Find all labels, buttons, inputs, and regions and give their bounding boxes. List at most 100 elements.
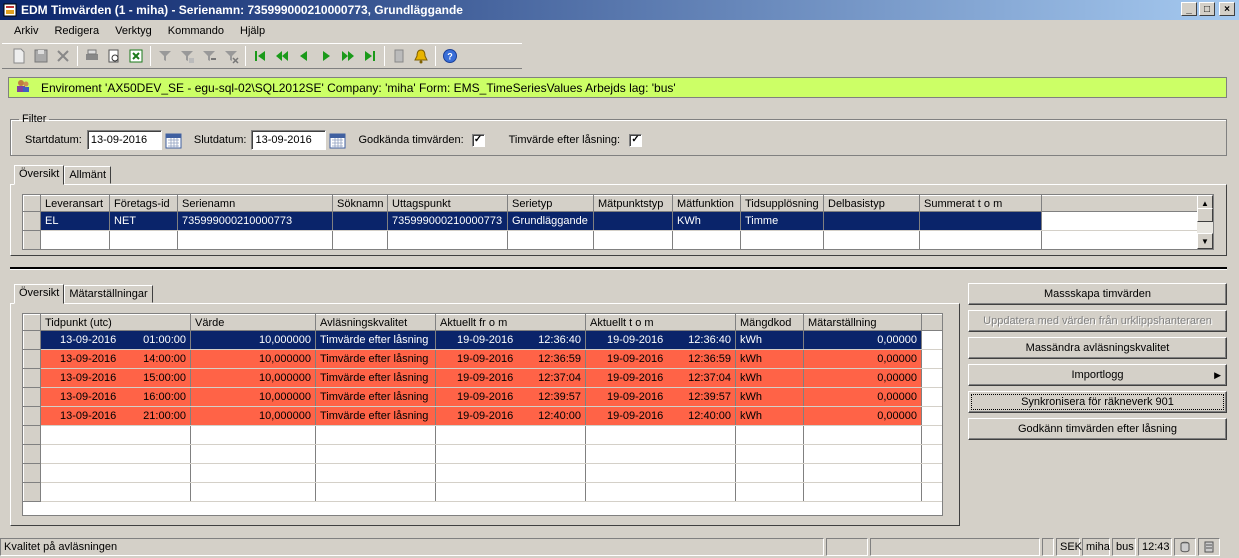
col-header-search-name[interactable]: Söknamn [332,195,388,212]
database-icon[interactable] [1174,538,1196,556]
row-selector[interactable] [23,211,41,231]
cell-quantity-code[interactable]: kWh [735,387,804,407]
col-header-series-type[interactable]: Serietyp [507,195,594,212]
row-selector[interactable] [23,463,41,483]
minimize-button[interactable]: _ [1181,2,1197,16]
cell-reading-quality[interactable]: Timvärde efter låsning [315,406,436,426]
first-record-icon[interactable] [249,45,271,67]
cell-current-from[interactable]: 19-09-2016 12:39:57 [435,387,586,407]
save-icon[interactable] [30,45,52,67]
alert-bell-icon[interactable] [410,45,432,67]
next-page-icon[interactable] [337,45,359,67]
advanced-filter-icon[interactable] [198,45,220,67]
table-row[interactable] [23,444,942,464]
table-row[interactable]: 13-09-2016 16:00:00 10,000000 Timvärde efte… [23,387,942,407]
cell-search-name[interactable] [332,211,388,231]
cell-outlet-point[interactable]: 735999000210000773 [387,211,508,231]
delete-icon[interactable] [52,45,74,67]
cell-current-from[interactable]: 19-09-2016 12:36:59 [435,349,586,369]
col-header-meter-point-type[interactable]: Mätpunktstyp [593,195,673,212]
cell-value[interactable]: 10,000000 [190,406,316,426]
series-grid-scrollbar[interactable]: ▲ ▼ [1197,195,1213,249]
cell-value[interactable]: 10,000000 [190,330,316,350]
col-header-timestamp[interactable]: Tidpunkt (utc) [40,314,191,331]
cell-meter-reading[interactable]: 0,00000 [803,330,922,350]
sync-counter-button[interactable]: Synkronisera för räkneverk 901 [968,391,1227,413]
row-selector[interactable] [23,406,41,426]
approved-hour-values-checkbox[interactable]: ✓ [471,133,485,147]
menu-verktyg[interactable]: Verktyg [107,25,160,37]
mass-change-quality-button[interactable]: Massändra avläsningskvalitet [968,337,1227,359]
cell-current-to[interactable]: 19-09-2016 12:40:00 [585,406,736,426]
cell-quantity-code[interactable]: kWh [735,406,804,426]
col-header-delivery-type[interactable]: Leveransart [40,195,110,212]
row-selector[interactable] [23,425,41,445]
cell-current-from[interactable]: 19-09-2016 12:37:04 [435,368,586,388]
cell-time-resolution[interactable]: Timme [740,211,824,231]
menu-arkiv[interactable]: Arkiv [6,25,46,37]
col-header-reading-quality[interactable]: Avläsningskvalitet [315,314,436,331]
row-selector[interactable] [23,444,41,464]
row-selector[interactable] [23,230,41,249]
table-row[interactable] [23,425,942,445]
previous-record-icon[interactable] [293,45,315,67]
col-header-company-id[interactable]: Företags-id [109,195,178,212]
tab-overview-top[interactable]: Översikt [14,165,65,185]
cell-current-to[interactable]: 19-09-2016 12:39:57 [585,387,736,407]
print-icon[interactable] [81,45,103,67]
row-selector[interactable] [23,349,41,369]
filter-by-selection-icon[interactable] [176,45,198,67]
row-selector[interactable] [23,368,41,388]
previous-page-icon[interactable] [271,45,293,67]
col-header-current-to[interactable]: Aktuellt t o m [585,314,736,331]
cell-series-type[interactable]: Grundläggande [507,211,594,231]
filter-icon[interactable] [154,45,176,67]
cell-timestamp[interactable]: 13-09-2016 14:00:00 [40,349,191,369]
menu-hjalp[interactable]: Hjälp [232,25,273,37]
print-preview-icon[interactable] [103,45,125,67]
cell-value[interactable]: 10,000000 [190,368,316,388]
col-header-quantity-code[interactable]: Mängdkod [735,314,804,331]
cell-timestamp[interactable]: 13-09-2016 21:00:00 [40,406,191,426]
cell-current-to[interactable]: 19-09-2016 12:36:40 [585,330,736,350]
cell-timestamp[interactable]: 13-09-2016 15:00:00 [40,368,191,388]
cell-meter-reading[interactable]: 0,00000 [803,368,922,388]
calendar-icon[interactable] [329,132,346,149]
cell-meter-point-type[interactable] [593,211,673,231]
cell-meter-reading[interactable]: 0,00000 [803,387,922,407]
status-layer[interactable]: bus [1112,538,1136,556]
update-from-clipboard-button[interactable]: Uppdatera med värden från urklippshanter… [968,310,1227,332]
cell-value[interactable]: 10,000000 [190,349,316,369]
col-header-value[interactable]: Värde [190,314,316,331]
scroll-thumb[interactable] [1197,208,1213,222]
close-button[interactable]: × [1219,2,1235,16]
cell-current-to[interactable]: 19-09-2016 12:37:04 [585,368,736,388]
tab-meter-readings[interactable]: Mätarställningar [64,285,153,303]
menu-kommando[interactable]: Kommando [160,25,232,37]
end-date-input[interactable]: 13-09-2016 [251,130,327,150]
cell-reading-quality[interactable]: Timvärde efter låsning [315,330,436,350]
cell-timestamp[interactable]: 13-09-2016 16:00:00 [40,387,191,407]
col-header-current-from[interactable]: Aktuellt fr o m [435,314,586,331]
cell-value[interactable]: 10,000000 [190,387,316,407]
col-header-outlet-point[interactable]: Uttagspunkt [387,195,508,212]
calendar-icon[interactable] [165,132,182,149]
maximize-button[interactable]: □ [1199,2,1215,16]
cell-delivery-type[interactable]: EL [40,211,110,231]
cell-current-to[interactable]: 19-09-2016 12:36:59 [585,349,736,369]
row-selector[interactable] [23,482,41,502]
cell-reading-quality[interactable]: Timvärde efter låsning [315,387,436,407]
table-row[interactable]: 13-09-2016 01:00:00 10,000000 Timvärde efte… [23,330,942,350]
cell-reading-quality[interactable]: Timvärde efter låsning [315,368,436,388]
import-log-button[interactable]: Importlogg ▶ [968,364,1227,386]
table-row[interactable]: 13-09-2016 14:00:00 10,000000 Timvärde efte… [23,349,942,369]
cell-reading-quality[interactable]: Timvärde efter låsning [315,349,436,369]
table-row[interactable] [23,482,942,502]
col-header-meter-reading[interactable]: Mätarställning [803,314,922,331]
last-record-icon[interactable] [359,45,381,67]
row-selector[interactable] [23,330,41,350]
cell-quantity-code[interactable]: kWh [735,349,804,369]
table-row[interactable]: EL NET 735999000210000773 73599900021000… [23,211,1199,231]
cell-current-from[interactable]: 19-09-2016 12:36:40 [435,330,586,350]
server-icon[interactable] [1198,538,1220,556]
